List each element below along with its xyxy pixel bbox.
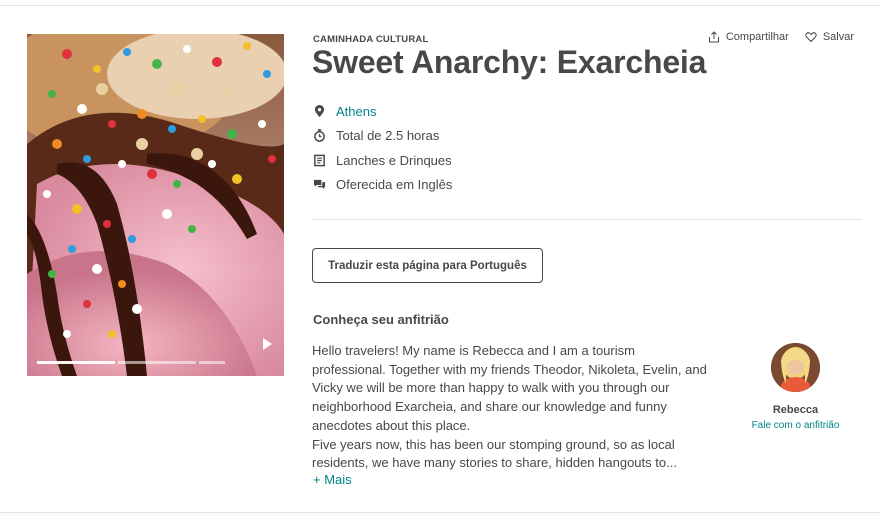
ice-cream-photo — [27, 34, 284, 376]
experience-facts: Athens Total de 2.5 horas Lanches e Drin… — [312, 99, 452, 197]
bottom-divider — [0, 512, 880, 516]
play-icon[interactable] — [263, 338, 272, 350]
save-label: Salvar — [822, 31, 854, 43]
host-section-heading: Conheça seu anfitrião — [313, 312, 449, 327]
share-button[interactable]: Compartilhar — [708, 31, 789, 43]
fact-language: Oferecida em Inglês — [312, 173, 452, 198]
contact-host-link[interactable]: Fale com o anfitrião — [748, 420, 843, 431]
progress-segment-active — [37, 361, 115, 364]
host-bio-paragraph: Five years now, this has been our stompi… — [312, 436, 677, 471]
host-name: Rebecca — [772, 404, 819, 416]
carousel-progress — [37, 361, 272, 364]
language-text: Oferecida em Inglês — [336, 177, 453, 193]
receipt-icon — [312, 153, 326, 167]
share-label: Compartilhar — [725, 31, 789, 43]
read-more-link[interactable]: + Mais — [313, 472, 352, 487]
chat-bubbles-icon — [312, 178, 326, 192]
header-actions: Compartilhar Salvar — [708, 31, 854, 43]
host-photo — [771, 343, 820, 392]
page-title: Sweet Anarchy: Exarcheia — [312, 44, 707, 80]
host-card: Rebecca Fale com o anfitrião — [748, 343, 843, 431]
location-pin-icon — [312, 104, 326, 118]
includes-text: Lanches e Drinques — [336, 152, 452, 168]
progress-segment — [199, 361, 225, 364]
progress-segment — [118, 361, 196, 364]
experience-photo[interactable] — [27, 34, 284, 376]
location-link[interactable]: Athens — [336, 104, 376, 119]
top-divider — [0, 0, 880, 6]
fact-duration: Total de 2.5 horas — [312, 124, 452, 149]
share-icon — [708, 31, 719, 43]
section-divider — [312, 219, 862, 220]
duration-text: Total de 2.5 horas — [336, 128, 440, 144]
fact-location: Athens — [312, 99, 452, 124]
heart-icon — [805, 32, 817, 43]
translate-page-button[interactable]: Traduzir esta página para Português — [312, 248, 543, 283]
host-avatar[interactable] — [771, 343, 820, 392]
clock-icon — [312, 129, 326, 143]
save-button[interactable]: Salvar — [805, 31, 854, 43]
host-bio: Hello travelers! My name is Rebecca and … — [312, 342, 712, 473]
host-bio-paragraph: Hello travelers! My name is Rebecca and … — [312, 343, 707, 433]
fact-includes: Lanches e Drinques — [312, 148, 452, 173]
